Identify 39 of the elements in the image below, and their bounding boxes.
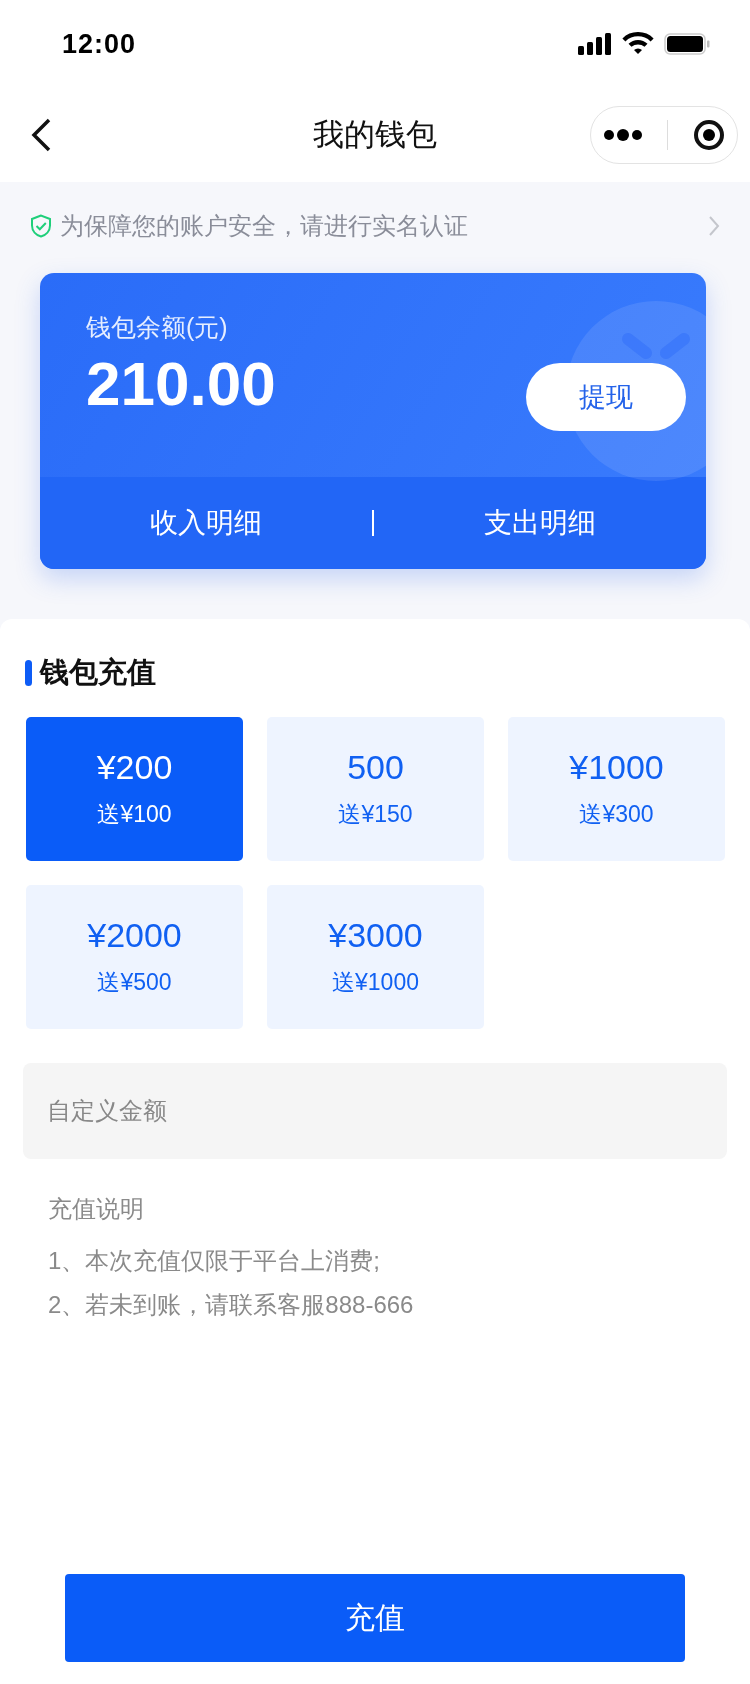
signal-icon [578,33,612,55]
amount-text: ¥3000 [328,916,423,955]
recharge-button[interactable]: 充值 [65,1574,685,1662]
amount-option[interactable]: 500 送¥150 [267,717,484,861]
detail-link[interactable]: 收入明细 [40,504,372,542]
status-time: 12:00 [62,28,137,60]
amount-option[interactable]: ¥1000 送¥300 [508,717,725,861]
bonus-text: 送¥150 [338,800,413,829]
bonus-text: 送¥100 [97,800,172,829]
page-title: 我的钱包 [313,117,437,152]
battery-icon [664,33,710,55]
more-icon[interactable] [603,129,644,141]
amount-text: ¥200 [96,748,173,787]
amount-option[interactable]: ¥3000 送¥1000 [267,885,484,1029]
notes-title: 充值说明 [48,1194,145,1224]
amount-text: 500 [347,748,404,787]
balance-amount: 210.00 [86,348,276,419]
record-icon[interactable] [692,119,725,151]
bonus-text: 送¥300 [579,800,654,829]
wifi-icon [622,32,654,56]
amount-option[interactable]: ¥200 送¥100 [26,717,243,861]
notice-bar[interactable]: 为保障您的账户安全，请进行实名认证 [0,182,750,270]
amount-text: ¥1000 [569,748,664,787]
section-title: 钱包充值 [40,655,156,690]
balance-label: 钱包余额(元) [86,312,228,343]
bonus-text: 送¥500 [97,968,172,997]
custom-amount-field[interactable]: 自定义金额 [23,1063,727,1159]
accent-bar [25,660,32,686]
bonus-text: 送¥1000 [332,968,419,997]
shield-check-icon [30,214,52,238]
amount-option[interactable]: ¥2000 送¥500 [26,885,243,1029]
note-line: 2、若未到账，请联系客服888-666 [48,1290,415,1320]
chevron-right-icon [708,215,720,237]
notice-text: 为保障您的账户安全，请进行实名认证 [60,211,468,241]
withdraw-button[interactable]: 提现 [526,363,686,431]
note-line: 1、本次充值仅限于平台上消费; [48,1246,381,1276]
detail-link[interactable]: 支出明细 [374,504,706,542]
amount-text: ¥2000 [87,916,182,955]
back-icon[interactable] [30,118,52,152]
